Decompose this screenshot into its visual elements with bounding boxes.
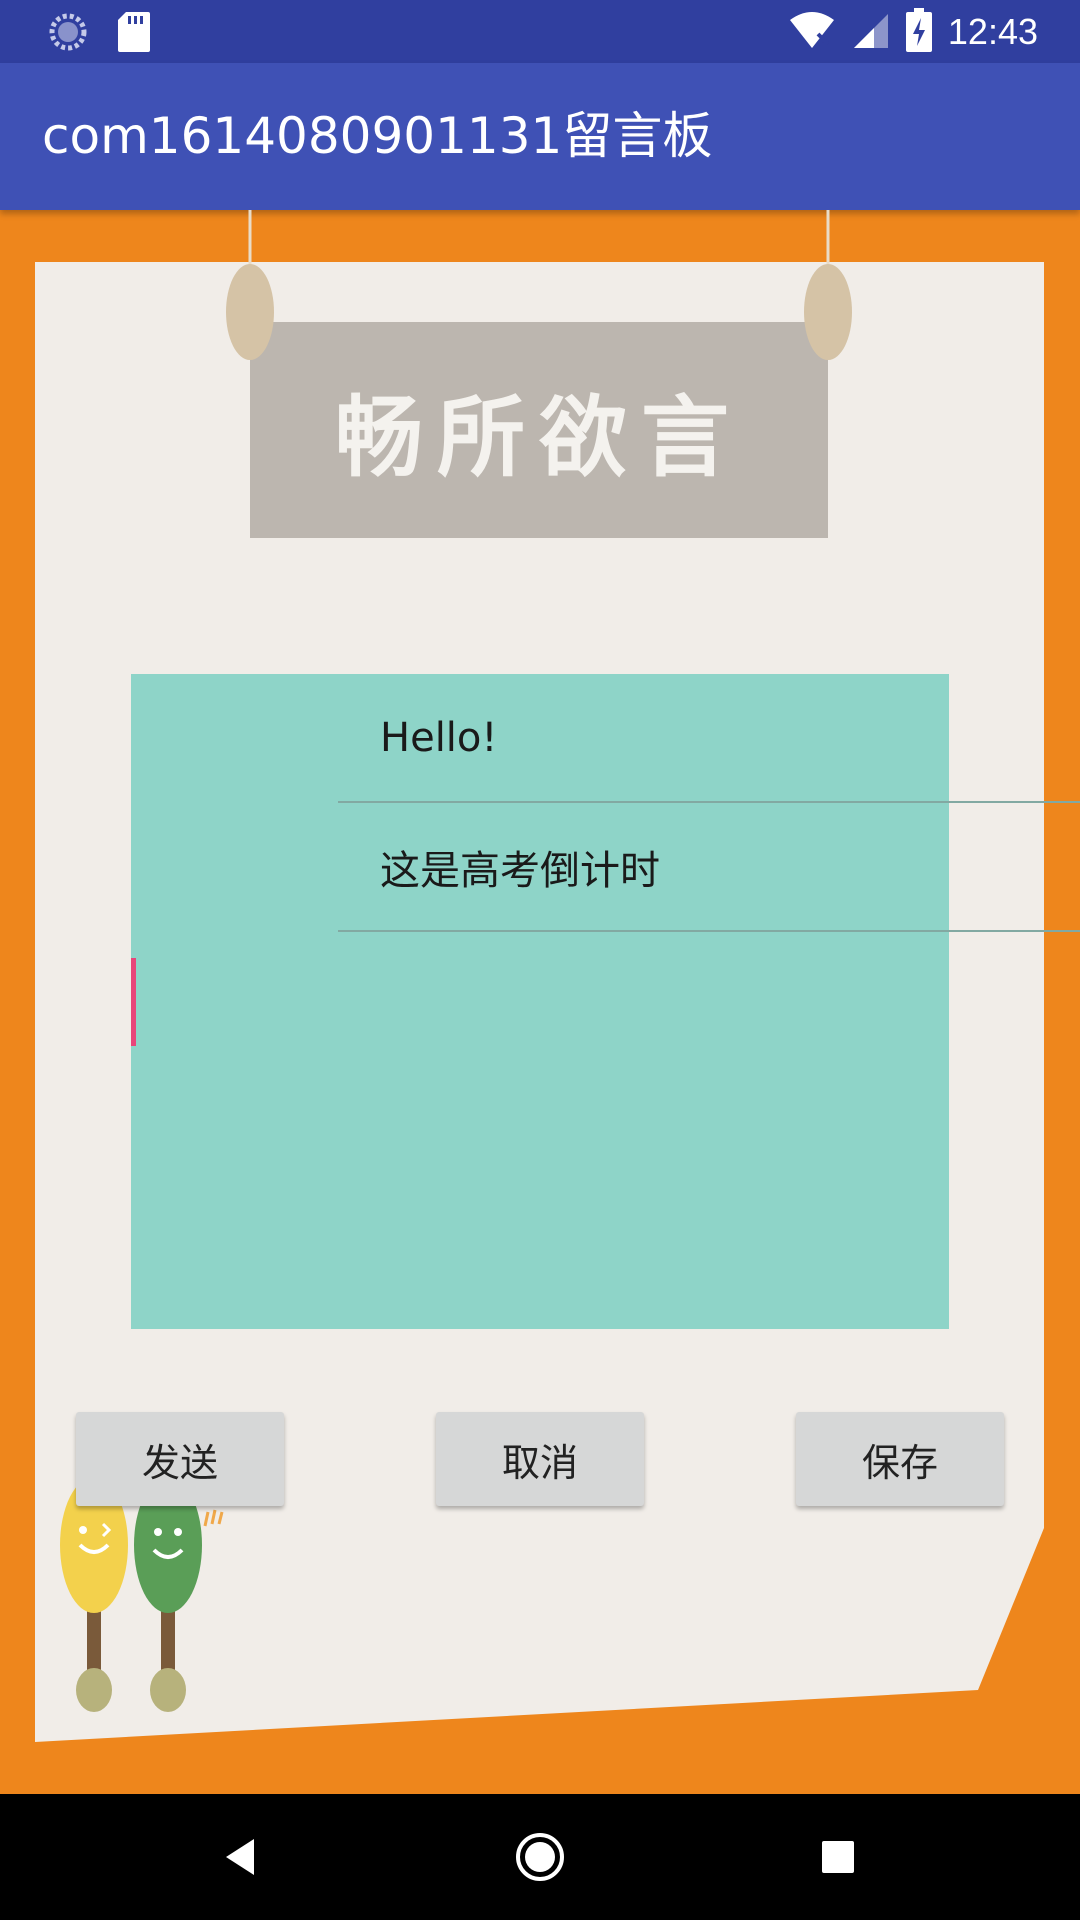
save-button[interactable]: 保存 — [796, 1412, 1004, 1506]
sync-icon — [48, 12, 88, 56]
sd-card-icon — [118, 12, 150, 56]
home-icon[interactable] — [505, 1822, 575, 1892]
back-icon[interactable] — [205, 1822, 275, 1892]
text-cursor — [131, 958, 136, 1046]
signal-icon — [852, 10, 890, 54]
navigation-bar — [0, 1794, 1080, 1920]
message-text: 这是高考倒计时 — [380, 847, 660, 894]
list-item[interactable]: Hello! — [338, 674, 1080, 803]
sign-text: 畅所欲言 — [334, 385, 743, 489]
app-bar: com1614080901131留言板 — [0, 63, 1080, 210]
message-text: Hello! — [380, 714, 498, 761]
screen: 12:43 com1614080901131留言板 畅所欲言 Hello! 这是… — [0, 0, 1080, 1920]
message-list: Hello! 这是高考倒计时 — [338, 674, 1080, 932]
status-bar: 12:43 — [0, 0, 1080, 63]
battery-charging-icon — [905, 8, 932, 56]
cancel-button[interactable]: 取消 — [436, 1412, 644, 1506]
status-time: 12:43 — [947, 11, 1038, 52]
recents-icon[interactable] — [803, 1822, 873, 1892]
list-item[interactable]: 这是高考倒计时 — [338, 803, 1080, 932]
wifi-off-icon — [788, 10, 836, 54]
app-title: com1614080901131留言板 — [42, 107, 713, 165]
send-button[interactable]: 发送 — [76, 1412, 284, 1506]
